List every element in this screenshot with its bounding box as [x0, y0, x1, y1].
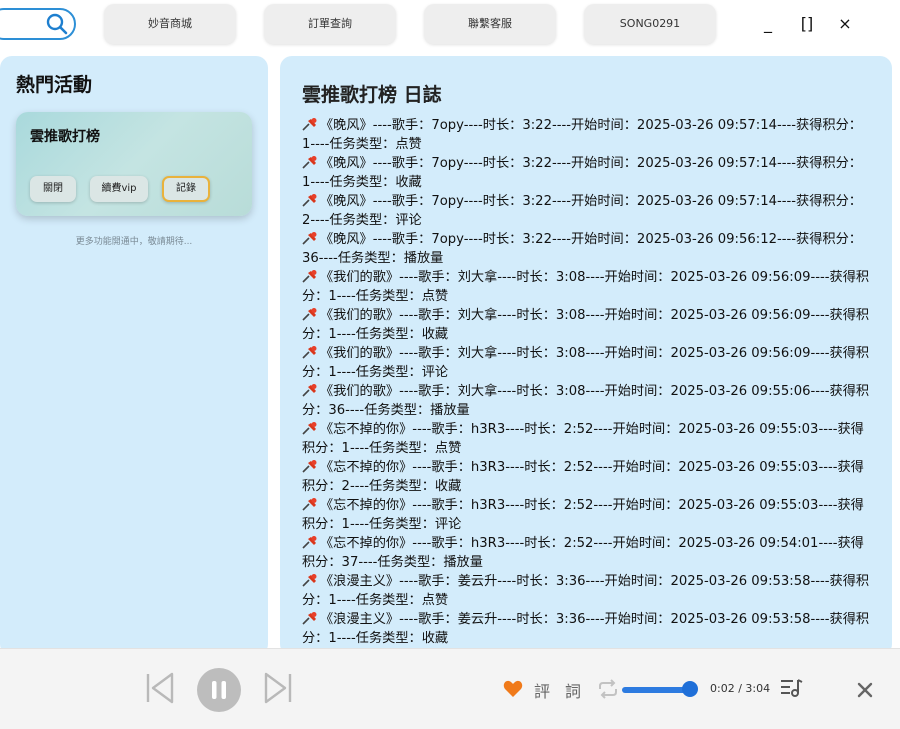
- pin-icon: [302, 232, 317, 245]
- pin-icon: [302, 194, 317, 207]
- renew-vip-button[interactable]: 續費vip: [90, 176, 148, 202]
- nav-orders-button[interactable]: 訂單查詢: [264, 4, 396, 44]
- coming-soon-note: 更多功能開通中，敬請期待...: [75, 237, 193, 247]
- close-activity-button[interactable]: 關閉: [30, 176, 76, 202]
- log-entry: 《晚风》----歌手：7opy----时长：3:22----开始时间：2025-…: [302, 116, 874, 154]
- log-entry-text: 《浪漫主义》----歌手：姜云升----时长：3:36----开始时间：2025…: [302, 612, 870, 646]
- log-entry-text: 《浪漫主义》----歌手：姜云升----时长：3:36----开始时间：2025…: [302, 574, 870, 608]
- log-entry-text: 《晚风》----歌手：7opy----时长：3:22----开始时间：2025-…: [302, 156, 862, 190]
- pin-icon: [302, 422, 317, 435]
- pause-icon: [212, 681, 226, 699]
- player-bar: 評 詞 0:02 / 3:04: [0, 648, 900, 729]
- pause-button[interactable]: [197, 668, 241, 712]
- log-entry-text: 《忘不掉的你》----歌手：h3R3----时长：2:52----开始时间：20…: [302, 460, 864, 494]
- progress-handle[interactable]: [682, 681, 698, 697]
- log-entry: 《忘不掉的你》----歌手：h3R3----时长：2:52----开始时间：20…: [302, 458, 874, 496]
- log-panel: 雲推歌打榜 日誌 《晚风》----歌手：7opy----时长：3:22----开…: [280, 56, 892, 656]
- playlist-icon[interactable]: [779, 677, 803, 699]
- lyrics-button[interactable]: 詞: [565, 678, 581, 702]
- log-entry-text: 《忘不掉的你》----歌手：h3R3----时长：2:52----开始时间：20…: [302, 422, 864, 456]
- pin-icon: [302, 346, 317, 359]
- log-entry: 《浪漫主义》----歌手：姜云升----时长：3:36----开始时间：2025…: [302, 610, 874, 648]
- minimize-button[interactable]: _: [758, 14, 778, 33]
- log-entry-text: 《我们的歌》----歌手：刘大拿----时长：3:08----开始时间：2025…: [302, 346, 870, 380]
- top-bar: 妙音商城 訂單查詢 聯繫客服 SONG0291 _ [] ×: [0, 0, 900, 52]
- log-entry: 《晚风》----歌手：7opy----时长：3:22----开始时间：2025-…: [302, 230, 874, 268]
- repeat-icon[interactable]: [597, 679, 619, 699]
- comments-button[interactable]: 評: [534, 678, 550, 702]
- close-window-button[interactable]: ×: [835, 14, 855, 33]
- log-entry-text: 《晚风》----歌手：7opy----时长：3:22----开始时间：2025-…: [302, 118, 862, 152]
- pin-icon: [302, 460, 317, 473]
- log-entry: 《晚风》----歌手：7opy----时长：3:22----开始时间：2025-…: [302, 192, 874, 230]
- log-entry-text: 《我们的歌》----歌手：刘大拿----时长：3:08----开始时间：2025…: [302, 270, 870, 304]
- log-entry-text: 《忘不掉的你》----歌手：h3R3----时长：2:52----开始时间：20…: [302, 536, 864, 570]
- log-entry: 《忘不掉的你》----歌手：h3R3----时长：2:52----开始时间：20…: [302, 534, 874, 572]
- maximize-button[interactable]: []: [797, 14, 817, 33]
- nav-support-button[interactable]: 聯繫客服: [424, 4, 556, 44]
- pin-icon: [302, 498, 317, 511]
- pin-icon: [302, 308, 317, 321]
- log-title: 雲推歌打榜 日誌: [302, 84, 442, 106]
- log-entry: 《我们的歌》----歌手：刘大拿----时长：3:08----开始时间：2025…: [302, 268, 874, 306]
- log-entry-text: 《忘不掉的你》----歌手：h3R3----时长：2:52----开始时间：20…: [302, 498, 864, 532]
- pin-icon: [302, 536, 317, 549]
- log-entry: 《忘不掉的你》----歌手：h3R3----时长：2:52----开始时间：20…: [302, 496, 874, 534]
- search-icon[interactable]: [46, 13, 68, 35]
- log-entry-text: 《晚风》----歌手：7opy----时长：3:22----开始时间：2025-…: [302, 232, 862, 266]
- close-icon[interactable]: [856, 681, 874, 699]
- pin-icon: [302, 270, 317, 283]
- activity-sidebar: 熱門活動 雲推歌打榜 關閉 續費vip 記錄 更多功能開通中，敬請期待...: [0, 56, 268, 656]
- pin-icon: [302, 156, 317, 169]
- log-entry: 《我们的歌》----歌手：刘大拿----时长：3:08----开始时间：2025…: [302, 382, 874, 420]
- nav-account-button[interactable]: SONG0291: [584, 4, 716, 44]
- log-entry: 《晚风》----歌手：7opy----时长：3:22----开始时间：2025-…: [302, 154, 874, 192]
- log-entry-text: 《晚风》----歌手：7opy----时长：3:22----开始时间：2025-…: [302, 194, 862, 228]
- log-entry-text: 《我们的歌》----歌手：刘大拿----时长：3:08----开始时间：2025…: [302, 384, 870, 418]
- log-entry: 《我们的歌》----歌手：刘大拿----时长：3:08----开始时间：2025…: [302, 306, 874, 344]
- records-button[interactable]: 記錄: [162, 176, 210, 202]
- pin-icon: [302, 384, 317, 397]
- search-input[interactable]: [0, 8, 76, 40]
- log-entry: 《忘不掉的你》----歌手：h3R3----时长：2:52----开始时间：20…: [302, 420, 874, 458]
- activity-card-title: 雲推歌打榜: [30, 129, 100, 145]
- log-entry-text: 《我们的歌》----歌手：刘大拿----时长：3:08----开始时间：2025…: [302, 308, 870, 342]
- heart-icon[interactable]: [503, 680, 523, 698]
- activity-card: 雲推歌打榜 關閉 續費vip 記錄: [16, 112, 252, 216]
- time-display: 0:02 / 3:04: [710, 682, 771, 695]
- pin-icon: [302, 612, 317, 625]
- log-entry: 《我们的歌》----歌手：刘大拿----时长：3:08----开始时间：2025…: [302, 344, 874, 382]
- nav-shop-button[interactable]: 妙音商城: [104, 4, 236, 44]
- log-list[interactable]: 《晚风》----歌手：7opy----时长：3:22----开始时间：2025-…: [302, 116, 874, 648]
- pin-icon: [302, 574, 317, 587]
- next-icon[interactable]: [262, 671, 294, 705]
- prev-icon[interactable]: [144, 671, 176, 705]
- sidebar-title: 熱門活動: [16, 74, 93, 96]
- log-entry: 《浪漫主义》----歌手：姜云升----时长：3:36----开始时间：2025…: [302, 572, 874, 610]
- pin-icon: [302, 118, 317, 131]
